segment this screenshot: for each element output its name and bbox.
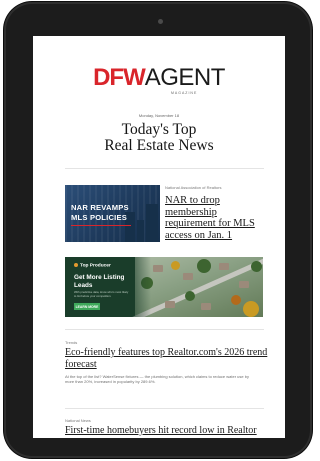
- email-screen[interactable]: DFWAGENT MAGAZINE Monday, November 18 To…: [33, 36, 285, 438]
- learn-more-button[interactable]: LEARN MORE: [74, 303, 100, 310]
- tree: [185, 291, 195, 301]
- issue-date: Monday, November 18: [138, 113, 180, 118]
- brand-secondary: AGENT: [144, 64, 226, 91]
- tree: [251, 261, 262, 272]
- divider: [65, 168, 264, 169]
- house: [219, 263, 229, 270]
- story-kicker: National News: [65, 418, 91, 423]
- image-caption-line-2: MLS POLICIES: [71, 212, 127, 222]
- house: [201, 303, 211, 310]
- ad-brand: Top Producer: [74, 263, 111, 269]
- house: [153, 265, 163, 272]
- brand-logo[interactable]: DFWAGENT: [33, 66, 285, 90]
- story-kicker: Trends: [65, 340, 78, 345]
- ad-brand-label: Top Producer: [80, 263, 111, 269]
- headline-line-1: Today's Top: [121, 121, 197, 138]
- divider: [65, 329, 264, 330]
- image-caption: NAR REVAMPS MLS POLICIES: [71, 203, 145, 222]
- neighborhood-aerial-image: [130, 257, 263, 317]
- ad-body: With predictive data, know who's most li…: [74, 290, 129, 298]
- tree: [171, 261, 180, 270]
- headline-line-2: Real Estate News: [104, 137, 214, 154]
- divider: [65, 408, 264, 409]
- story-title-link[interactable]: First-time homebuyers hit record low in …: [65, 425, 285, 437]
- building-silhouette: [137, 220, 144, 242]
- building-silhouette: [146, 204, 158, 242]
- tree: [243, 301, 259, 317]
- house: [165, 301, 175, 308]
- story-image[interactable]: NAR REVAMPS MLS POLICIES: [65, 185, 160, 242]
- front-camera: [158, 19, 163, 24]
- brand-tagline: MAGAZINE: [171, 91, 198, 95]
- story-title-link[interactable]: Eco-friendly features top Realtor.com's …: [65, 347, 270, 370]
- house: [183, 273, 193, 280]
- top-producer-logo-icon: [74, 263, 78, 267]
- story-summary: At the top of the list? WaterSense fixtu…: [65, 374, 249, 385]
- tree: [231, 295, 241, 305]
- tree: [197, 259, 211, 273]
- story-title-link[interactable]: NAR to drop membership requirement for M…: [165, 195, 269, 241]
- ad-headline: Get More Listing Leads: [74, 274, 125, 289]
- house: [239, 281, 249, 288]
- page-title: Today's Top Real Estate News: [33, 122, 285, 154]
- tablet-frame: DFWAGENT MAGAZINE Monday, November 18 To…: [4, 2, 312, 458]
- image-caption-line-1: NAR REVAMPS: [71, 203, 129, 212]
- brand-primary: DFW: [93, 64, 146, 91]
- sponsored-ad[interactable]: Top Producer Get More Listing Leads With…: [65, 257, 263, 317]
- caption-accent-line: [71, 225, 131, 226]
- story-kicker: National Association of Realtors: [165, 185, 222, 190]
